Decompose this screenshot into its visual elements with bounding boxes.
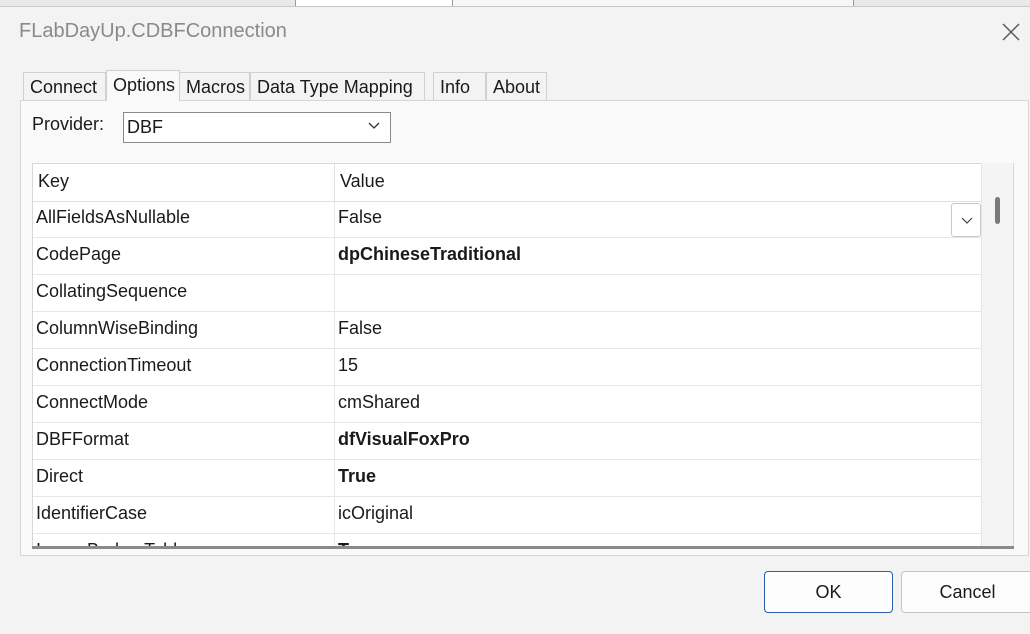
tab-info[interactable]: Info [433,72,486,101]
table-row[interactable]: ConnectMode cmShared [33,386,983,423]
row-key-cell[interactable]: CodePage [33,238,335,274]
tab-connect[interactable]: Connect [23,72,106,101]
tab-macros[interactable]: Macros [179,72,250,101]
table-row[interactable]: AllFieldsAsNullable False [33,201,983,238]
row-key-cell[interactable]: IdentifierCase [33,497,335,533]
chevron-down-icon [961,217,973,224]
row-key-cell[interactable]: AllFieldsAsNullable [33,201,335,237]
table-row[interactable]: ConnectionTimeout 15 [33,349,983,386]
close-button[interactable] [995,17,1027,47]
table-row[interactable]: ColumnWiseBinding False [33,312,983,349]
row-key-cell[interactable]: DBFFormat [33,423,335,459]
row-value-cell[interactable]: cmShared [335,386,983,422]
options-grid: Key Value AllFieldsAsNullable False CodePa… [32,163,1014,548]
table-row[interactable]: Direct True [33,460,983,497]
cancel-button[interactable]: Cancel [901,571,1030,613]
row-value-cell[interactable]: True [335,460,983,496]
row-key-cell[interactable]: ColumnWiseBinding [33,312,335,348]
scrollbar-thumb[interactable] [995,197,1000,224]
provider-label: Provider: [32,114,105,134]
column-header-key[interactable]: Key [33,164,335,201]
ok-button[interactable]: OK [764,571,893,613]
row-key-cell[interactable]: ConnectMode [33,386,335,422]
row-key-cell[interactable]: CollatingSequence [33,275,335,311]
row-key-cell[interactable]: ConnectionTimeout [33,349,335,385]
row-value-cell[interactable]: 15 [335,349,983,385]
row-value-cell[interactable]: icOriginal [335,497,983,533]
row-value-cell[interactable]: dpChineseTraditional [335,238,983,274]
row-value-cell[interactable]: False [335,201,983,237]
tab-data-type-mapping[interactable]: Data Type Mapping [250,72,425,101]
chevron-down-icon [368,122,380,129]
tab-about[interactable]: About [486,72,547,101]
table-row[interactable]: DBFFormat dfVisualFoxPro [33,423,983,460]
table-row[interactable]: IdentifierCase icOriginal [33,497,983,534]
horizontal-scrollbar[interactable] [32,546,1014,549]
provider-value: DBF [127,117,163,137]
table-row[interactable]: CodePage dpChineseTraditional [33,238,983,275]
window-title: FLabDayUp.CDBFConnection [19,20,287,42]
row-value-cell[interactable]: dfVisualFoxPro [335,423,983,459]
column-header-value[interactable]: Value [335,164,983,201]
row-key-cell[interactable]: Direct [33,460,335,496]
row-value-cell[interactable] [335,275,983,311]
vertical-scrollbar[interactable] [981,163,1013,546]
table-row[interactable]: CollatingSequence [33,275,983,312]
close-icon [1002,23,1020,41]
grid-header: Key Value [33,164,983,202]
tab-options[interactable]: Options [106,70,180,101]
row-value-cell[interactable]: False [335,312,983,348]
value-dropdown-button[interactable] [951,203,981,237]
provider-select[interactable]: DBF [123,112,391,143]
